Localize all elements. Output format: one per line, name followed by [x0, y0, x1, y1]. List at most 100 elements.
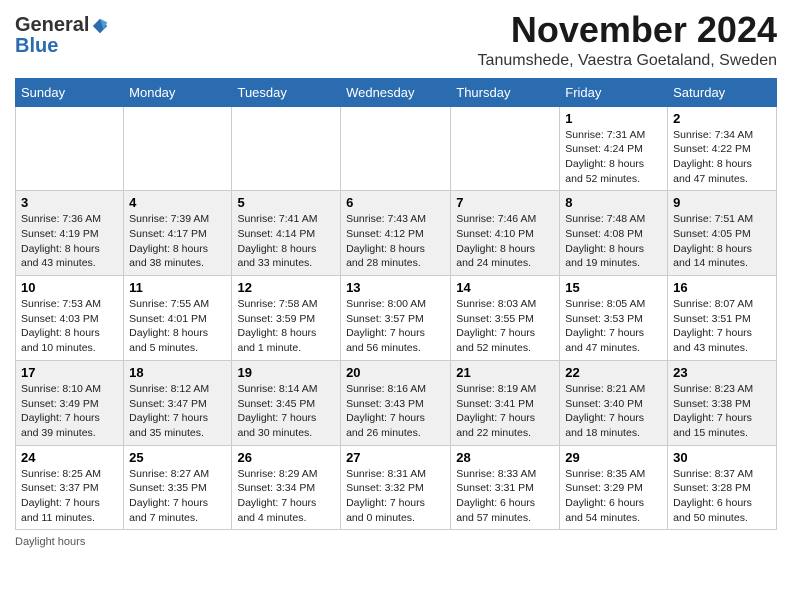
day-number: 8: [565, 195, 662, 210]
calendar-cell: 9 Sunrise: 7:51 AMSunset: 4:05 PMDaylight…: [668, 191, 777, 276]
calendar-cell: 5 Sunrise: 7:41 AMSunset: 4:14 PMDaylight…: [232, 191, 341, 276]
calendar-cell: 17 Sunrise: 8:10 AMSunset: 3:49 PMDayligh…: [16, 360, 124, 445]
calendar-cell: 21 Sunrise: 8:19 AMSunset: 3:41 PMDayligh…: [451, 360, 560, 445]
calendar-week-row: 3 Sunrise: 7:36 AMSunset: 4:19 PMDaylight…: [16, 191, 777, 276]
day-info: Sunrise: 8:03 AMSunset: 3:55 PMDaylight:…: [456, 297, 554, 356]
calendar-cell: 15 Sunrise: 8:05 AMSunset: 3:53 PMDayligh…: [560, 276, 668, 361]
logo-icon: [91, 17, 109, 35]
calendar-cell: 6 Sunrise: 7:43 AMSunset: 4:12 PMDaylight…: [341, 191, 451, 276]
calendar-week-row: 17 Sunrise: 8:10 AMSunset: 3:49 PMDayligh…: [16, 360, 777, 445]
day-info: Sunrise: 8:33 AMSunset: 3:31 PMDaylight:…: [456, 467, 554, 526]
calendar-cell: 4 Sunrise: 7:39 AMSunset: 4:17 PMDaylight…: [124, 191, 232, 276]
day-info: Sunrise: 8:07 AMSunset: 3:51 PMDaylight:…: [673, 297, 771, 356]
day-info: Sunrise: 8:19 AMSunset: 3:41 PMDaylight:…: [456, 382, 554, 441]
day-number: 20: [346, 365, 445, 380]
day-number: 2: [673, 111, 771, 126]
day-number: 27: [346, 450, 445, 465]
day-info: Sunrise: 7:51 AMSunset: 4:05 PMDaylight:…: [673, 212, 771, 271]
day-info: Sunrise: 8:29 AMSunset: 3:34 PMDaylight:…: [237, 467, 335, 526]
calendar-cell: 28 Sunrise: 8:33 AMSunset: 3:31 PMDayligh…: [451, 445, 560, 530]
day-info: Sunrise: 7:43 AMSunset: 4:12 PMDaylight:…: [346, 212, 445, 271]
day-info: Sunrise: 8:23 AMSunset: 3:38 PMDaylight:…: [673, 382, 771, 441]
calendar-cell: 18Sunrise: 8:12 AMSunset: 3:47 PMDayligh…: [124, 360, 232, 445]
calendar-cell: [232, 106, 341, 191]
calendar-cell: 14 Sunrise: 8:03 AMSunset: 3:55 PMDayligh…: [451, 276, 560, 361]
calendar-cell: [341, 106, 451, 191]
day-number: 5: [237, 195, 335, 210]
day-number: 10: [21, 280, 118, 295]
col-sunday: Sunday: [16, 78, 124, 106]
day-info: Sunrise: 8:37 AMSunset: 3:28 PMDaylight:…: [673, 467, 771, 526]
calendar-cell: 11Sunrise: 7:55 AMSunset: 4:01 PMDayligh…: [124, 276, 232, 361]
calendar-cell: 19Sunrise: 8:14 AMSunset: 3:45 PMDayligh…: [232, 360, 341, 445]
day-number: 21: [456, 365, 554, 380]
calendar-cell: [124, 106, 232, 191]
day-info: Sunrise: 7:34 AMSunset: 4:22 PMDaylight:…: [673, 128, 771, 187]
calendar-cell: [451, 106, 560, 191]
day-number: 12: [237, 280, 335, 295]
day-number: 25: [129, 450, 226, 465]
day-info: Sunrise: 7:46 AMSunset: 4:10 PMDaylight:…: [456, 212, 554, 271]
calendar-cell: 8 Sunrise: 7:48 AMSunset: 4:08 PMDaylight…: [560, 191, 668, 276]
calendar-cell: 1Sunrise: 7:31 AMSunset: 4:24 PMDaylight…: [560, 106, 668, 191]
day-number: 4: [129, 195, 226, 210]
calendar-header-row: Sunday Monday Tuesday Wednesday Thursday…: [16, 78, 777, 106]
day-number: 3: [21, 195, 118, 210]
day-number: 17: [21, 365, 118, 380]
col-friday: Friday: [560, 78, 668, 106]
day-number: 16: [673, 280, 771, 295]
day-number: 29: [565, 450, 662, 465]
day-number: 9: [673, 195, 771, 210]
day-info: Sunrise: 7:58 AMSunset: 3:59 PMDaylight:…: [237, 297, 335, 356]
day-info: Sunrise: 8:05 AMSunset: 3:53 PMDaylight:…: [565, 297, 662, 356]
day-info: Sunrise: 7:36 AMSunset: 4:19 PMDaylight:…: [21, 212, 118, 271]
day-number: 22: [565, 365, 662, 380]
day-number: 14: [456, 280, 554, 295]
day-info: Sunrise: 7:55 AMSunset: 4:01 PMDaylight:…: [129, 297, 226, 356]
col-wednesday: Wednesday: [341, 78, 451, 106]
calendar-table: Sunday Monday Tuesday Wednesday Thursday…: [15, 78, 777, 531]
calendar-cell: 12 Sunrise: 7:58 AMSunset: 3:59 PMDayligh…: [232, 276, 341, 361]
calendar-cell: 23Sunrise: 8:23 AMSunset: 3:38 PMDayligh…: [668, 360, 777, 445]
calendar-cell: 20Sunrise: 8:16 AMSunset: 3:43 PMDayligh…: [341, 360, 451, 445]
day-info: Sunrise: 8:21 AMSunset: 3:40 PMDaylight:…: [565, 382, 662, 441]
calendar-cell: 2 Sunrise: 7:34 AMSunset: 4:22 PMDaylight…: [668, 106, 777, 191]
calendar-week-row: 1Sunrise: 7:31 AMSunset: 4:24 PMDaylight…: [16, 106, 777, 191]
day-number: 28: [456, 450, 554, 465]
day-info: Sunrise: 7:39 AMSunset: 4:17 PMDaylight:…: [129, 212, 226, 271]
calendar-cell: 25 Sunrise: 8:27 AMSunset: 3:35 PMDayligh…: [124, 445, 232, 530]
day-number: 15: [565, 280, 662, 295]
calendar-cell: [16, 106, 124, 191]
day-info: Sunrise: 8:27 AMSunset: 3:35 PMDaylight:…: [129, 467, 226, 526]
day-info: Sunrise: 8:14 AMSunset: 3:45 PMDaylight:…: [237, 382, 335, 441]
calendar-cell: 7 Sunrise: 7:46 AMSunset: 4:10 PMDaylight…: [451, 191, 560, 276]
calendar-cell: 26Sunrise: 8:29 AMSunset: 3:34 PMDayligh…: [232, 445, 341, 530]
day-info: Sunrise: 7:48 AMSunset: 4:08 PMDaylight:…: [565, 212, 662, 271]
day-number: 7: [456, 195, 554, 210]
subtitle: Tanumshede, Vaestra Goetaland, Sweden: [478, 52, 777, 70]
calendar-cell: 27 Sunrise: 8:31 AMSunset: 3:32 PMDayligh…: [341, 445, 451, 530]
day-number: 6: [346, 195, 445, 210]
col-thursday: Thursday: [451, 78, 560, 106]
day-info: Sunrise: 7:31 AMSunset: 4:24 PMDaylight:…: [565, 128, 662, 187]
header: General Blue November 2024 Tanumshede, V…: [15, 10, 777, 70]
calendar-cell: 3 Sunrise: 7:36 AMSunset: 4:19 PMDaylight…: [16, 191, 124, 276]
day-info: Sunrise: 8:12 AMSunset: 3:47 PMDaylight:…: [129, 382, 226, 441]
calendar-cell: 24Sunrise: 8:25 AMSunset: 3:37 PMDayligh…: [16, 445, 124, 530]
logo-general-text: General: [15, 14, 89, 37]
calendar-cell: 10 Sunrise: 7:53 AMSunset: 4:03 PMDayligh…: [16, 276, 124, 361]
calendar-week-row: 24Sunrise: 8:25 AMSunset: 3:37 PMDayligh…: [16, 445, 777, 530]
day-info: Sunrise: 7:53 AMSunset: 4:03 PMDaylight:…: [21, 297, 118, 356]
col-tuesday: Tuesday: [232, 78, 341, 106]
calendar-week-row: 10 Sunrise: 7:53 AMSunset: 4:03 PMDayligh…: [16, 276, 777, 361]
day-info: Sunrise: 8:25 AMSunset: 3:37 PMDaylight:…: [21, 467, 118, 526]
calendar-cell: 30Sunrise: 8:37 AMSunset: 3:28 PMDayligh…: [668, 445, 777, 530]
page-title: November 2024: [478, 10, 777, 50]
footer-note: Daylight hours: [15, 536, 777, 548]
day-info: Sunrise: 8:10 AMSunset: 3:49 PMDaylight:…: [21, 382, 118, 441]
title-area: November 2024 Tanumshede, Vaestra Goetal…: [478, 10, 777, 70]
day-info: Sunrise: 7:41 AMSunset: 4:14 PMDaylight:…: [237, 212, 335, 271]
col-monday: Monday: [124, 78, 232, 106]
calendar-cell: 29Sunrise: 8:35 AMSunset: 3:29 PMDayligh…: [560, 445, 668, 530]
day-info: Sunrise: 8:31 AMSunset: 3:32 PMDaylight:…: [346, 467, 445, 526]
